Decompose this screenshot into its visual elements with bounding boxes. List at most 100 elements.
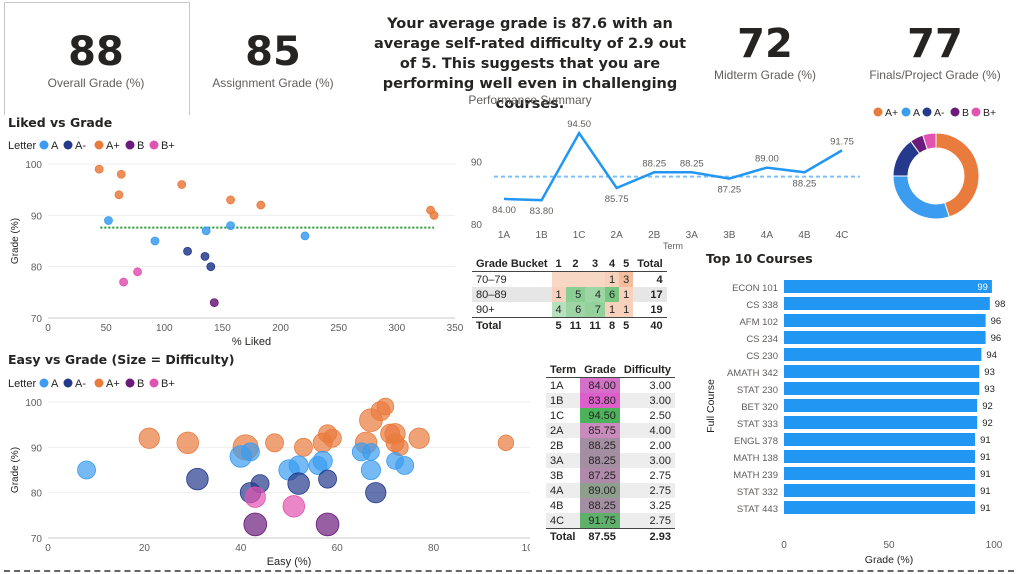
category-label: STAT 333 bbox=[737, 419, 778, 430]
bar bbox=[784, 297, 990, 310]
data-label: 88.25 bbox=[680, 158, 704, 169]
data-label: 88.25 bbox=[642, 158, 666, 169]
total-cell: 5 bbox=[619, 317, 634, 333]
table-row: 2B 88.25 2.00 bbox=[546, 438, 675, 453]
grade-cell: 89.00 bbox=[580, 483, 620, 498]
x-tick-label: 1B bbox=[535, 230, 548, 241]
table-row: 4A 89.00 2.75 bbox=[546, 483, 675, 498]
data-point bbox=[206, 262, 216, 272]
category-label: BET 320 bbox=[741, 402, 778, 413]
table-row: 90+ 4 6 7 1 1 19 bbox=[472, 302, 667, 318]
difficulty-cell: 2.75 bbox=[649, 469, 671, 482]
data-label: 91 bbox=[980, 469, 991, 480]
row-total: 17 bbox=[633, 287, 667, 302]
grade-cell: 94.50 bbox=[580, 408, 620, 423]
term-grade-table: Term Grade Difficulty 1A 84.00 3.00 1B 83.80 3.… bbox=[546, 362, 675, 544]
table-row: 70–79 1 3 4 bbox=[472, 271, 667, 287]
bar bbox=[784, 399, 978, 412]
data-point bbox=[265, 433, 284, 453]
data-label: 93 bbox=[984, 367, 995, 378]
legend-title: Letter bbox=[8, 378, 36, 390]
data-point bbox=[186, 467, 209, 491]
term-cell: Total bbox=[546, 528, 581, 544]
column-header: Grade bbox=[580, 362, 620, 378]
legend-label: A bbox=[913, 107, 920, 119]
legend-label: A bbox=[51, 140, 59, 152]
legend-label: A- bbox=[75, 378, 86, 390]
data-point bbox=[360, 460, 381, 481]
x-tick-label: 4C bbox=[836, 230, 849, 241]
grade-cell: 84.00 bbox=[580, 377, 620, 393]
total-row: Total 5 11 11 8 5 40 bbox=[472, 317, 667, 333]
bar bbox=[784, 280, 992, 293]
legend-marker bbox=[39, 140, 49, 150]
kpi-value: 85 bbox=[245, 29, 301, 75]
data-label: 92 bbox=[982, 418, 993, 429]
data-label: 91 bbox=[980, 486, 991, 497]
grade-cell: 88.25 bbox=[580, 438, 620, 453]
legend-marker bbox=[922, 107, 932, 117]
table-row: 3B 87.25 2.75 bbox=[546, 468, 675, 483]
data-point bbox=[209, 298, 219, 308]
legend-marker bbox=[149, 378, 159, 388]
x-tick-label: 150 bbox=[214, 323, 231, 334]
data-point bbox=[133, 267, 142, 277]
legend-marker bbox=[873, 107, 883, 117]
x-tick-label: 350 bbox=[447, 323, 464, 334]
x-tick-label: 4A bbox=[761, 230, 774, 241]
data-point bbox=[256, 200, 266, 210]
term-header-row: Term Grade Difficulty bbox=[546, 362, 675, 378]
term-cell: 4A bbox=[546, 483, 581, 498]
grade-cell: 85.75 bbox=[580, 423, 620, 438]
data-point bbox=[282, 495, 306, 518]
category-label: AFM 102 bbox=[739, 317, 778, 328]
x-axis-title: % Liked bbox=[232, 336, 271, 348]
matrix-cell: 1 bbox=[619, 287, 634, 302]
grade-cell: 83.80 bbox=[580, 393, 620, 408]
x-tick-label: 0 bbox=[781, 540, 787, 551]
bar bbox=[784, 484, 976, 497]
bar bbox=[784, 501, 976, 514]
column-header: Term bbox=[546, 362, 581, 378]
legend-marker bbox=[950, 107, 960, 117]
column-header: 3 bbox=[585, 256, 605, 272]
bar bbox=[784, 382, 980, 395]
table-row: 4C 91.75 2.75 bbox=[546, 513, 675, 529]
x-tick-label: 2A bbox=[611, 230, 624, 241]
grade-cell: 91.75 bbox=[580, 513, 620, 529]
legend-label: A+ bbox=[106, 378, 120, 390]
total-cell: 5 bbox=[551, 317, 566, 333]
x-tick-label: 100 bbox=[156, 323, 173, 334]
legend-marker bbox=[125, 378, 135, 388]
matrix-cell: 4 bbox=[585, 287, 605, 302]
page-divider bbox=[4, 570, 1014, 574]
term-cell: 3B bbox=[550, 469, 564, 482]
data-point bbox=[497, 434, 515, 452]
matrix-cell: 3 bbox=[619, 271, 634, 287]
data-point bbox=[288, 455, 309, 476]
x-tick-label: 1A bbox=[498, 230, 511, 241]
difficulty-cell: 2.75 bbox=[619, 483, 675, 498]
bar bbox=[784, 450, 976, 463]
grand-total: 40 bbox=[633, 317, 667, 333]
data-label: 96 bbox=[991, 333, 1002, 344]
total-cell: 11 bbox=[565, 317, 586, 333]
difficulty-cell: 3.00 bbox=[619, 453, 675, 468]
bar bbox=[784, 348, 982, 361]
category-label: MATH 239 bbox=[733, 470, 778, 481]
data-label: 89.00 bbox=[755, 154, 779, 165]
data-label: 87.25 bbox=[717, 185, 741, 196]
term-trend-chart: 80 90 84.00 1A 83.80 1B 94.50 1C 85.75 2A 88.25 2B 8… bbox=[471, 119, 860, 251]
row-label: Total bbox=[472, 317, 552, 333]
data-point bbox=[395, 456, 415, 475]
x-tick-label: 2B bbox=[648, 230, 661, 241]
legend-marker bbox=[149, 140, 159, 150]
easy-chart-title: Easy vs Grade (Size = Difficulty) bbox=[8, 352, 235, 367]
column-header: 5 bbox=[619, 256, 634, 272]
legend-label: A+ bbox=[885, 107, 898, 119]
grade-cell: 88.25 bbox=[580, 453, 620, 468]
difficulty-cell: 3.00 bbox=[649, 379, 671, 392]
legend-label: B bbox=[137, 140, 144, 152]
data-point bbox=[300, 231, 310, 241]
kpi-label: Overall Grade (%) bbox=[47, 76, 145, 90]
